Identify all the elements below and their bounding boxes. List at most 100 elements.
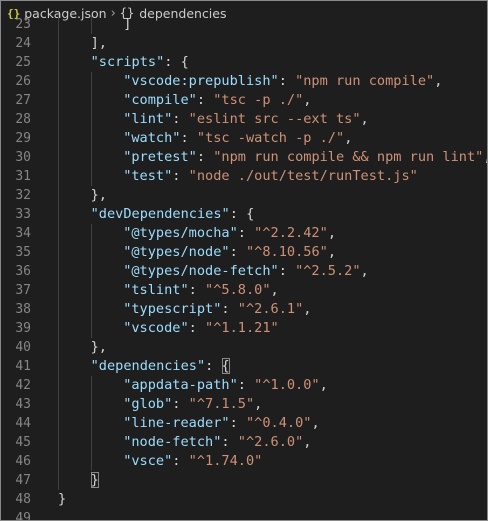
indent-guide — [90, 110, 92, 129]
line-number: 46 — [15, 454, 31, 469]
code-line[interactable]: 26 "vscode:prepublish": "npm run compile"… — [1, 72, 487, 91]
line-number: 24 — [15, 36, 31, 51]
code-token: "node-fetch" — [123, 434, 222, 450]
indent-guide — [58, 224, 59, 243]
indent-guide — [58, 53, 59, 72]
code-line[interactable]: 49 — [1, 509, 487, 521]
code-token: "vscode" — [123, 320, 189, 336]
indent-guide — [58, 319, 59, 338]
indent-guide — [90, 452, 92, 471]
code-line[interactable]: 27 "compile": "tsc -p ./", — [1, 91, 487, 110]
code-token: "watch" — [123, 130, 181, 146]
code-line[interactable]: 29 "watch": "tsc -watch -p ./", — [1, 129, 487, 148]
code-line[interactable]: 38 "typescript": "^2.6.1", — [1, 300, 487, 319]
line-number: 40 — [15, 340, 31, 355]
indent-guide — [90, 167, 92, 186]
code-line[interactable]: 40}, — [1, 338, 487, 357]
code-line[interactable]: 25 "scripts": { — [1, 53, 487, 72]
line-number: 31 — [15, 169, 31, 184]
code-line[interactable]: 33 "devDependencies": { — [1, 205, 487, 224]
indent-guide — [58, 262, 59, 281]
indent-guide — [90, 129, 92, 148]
code-token: "glob" — [123, 396, 173, 412]
code-token: "^1.0.0" — [254, 377, 320, 393]
indent-guide — [58, 72, 59, 91]
code-line[interactable]: 35 "@types/node": "^8.10.56", — [1, 243, 487, 262]
indent-guide — [58, 395, 59, 414]
matched-bracket: } — [90, 472, 99, 488]
code-line[interactable]: 41 "dependencies": { — [1, 357, 487, 376]
code-text: "pretest": "npm run compile && npm run l… — [123, 148, 487, 167]
code-token: "@types/node-fetch" — [123, 263, 279, 279]
code-line[interactable]: 45 "node-fetch": "^2.6.0", — [1, 433, 487, 452]
code-line[interactable]: 44 "line-reader": "^0.4.0", — [1, 414, 487, 433]
line-number: 39 — [15, 321, 31, 336]
code-token: "^2.2.42" — [254, 225, 328, 241]
code-text: }, — [91, 338, 107, 357]
indent-guide — [58, 414, 59, 433]
code-line[interactable]: 37 "tslint": "^5.8.0", — [1, 281, 487, 300]
code-text: "scripts": { — [91, 53, 189, 72]
code-token: "npm run compile" — [295, 73, 435, 89]
code-token: }, — [90, 339, 107, 355]
line-number: 37 — [15, 283, 31, 298]
indent-guide — [90, 148, 92, 167]
line-number: 47 — [15, 473, 31, 488]
code-text: ], — [91, 34, 107, 53]
code-line[interactable]: 30 "pretest": "npm run compile && npm run… — [1, 148, 487, 167]
code-text: "vsce": "^1.74.0" — [123, 452, 262, 471]
code-token: : { — [164, 54, 189, 70]
line-number: 49 — [15, 511, 31, 521]
code-text: "glob": "^7.1.5", — [123, 395, 262, 414]
line-number: 30 — [15, 150, 31, 165]
line-number: 29 — [15, 131, 31, 146]
indent-guide — [90, 224, 92, 243]
line-number: 44 — [15, 416, 31, 431]
indent-guide — [90, 319, 92, 338]
indent-guide — [90, 376, 92, 395]
code-line[interactable]: 43 "glob": "^7.1.5", — [1, 395, 487, 414]
code-line[interactable]: 36 "@types/node-fetch": "^2.5.2", — [1, 262, 487, 281]
indent-guide — [58, 167, 59, 186]
code-token: : — [172, 168, 189, 184]
code-line[interactable]: 24], — [1, 34, 487, 53]
code-token: : { — [229, 206, 255, 222]
code-line[interactable]: 23] — [1, 15, 487, 34]
code-line[interactable]: 34 "@types/mocha": "^2.2.42", — [1, 224, 487, 243]
code-line[interactable]: 39 "vscode": "^1.1.21" — [1, 319, 487, 338]
code-token: "compile" — [123, 92, 197, 108]
code-line[interactable]: 31 "test": "node ./out/test/runTest.js" — [1, 167, 487, 186]
line-number: 25 — [15, 55, 31, 70]
code-token: : — [278, 263, 296, 279]
code-text: "node-fetch": "^2.6.0", — [123, 433, 311, 452]
code-token: "^2.5.2" — [295, 263, 361, 279]
indent-guide — [90, 243, 92, 262]
indent-guide — [90, 72, 92, 91]
code-line[interactable]: 28 "lint": "eslint src --ext ts", — [1, 110, 487, 129]
code-line[interactable]: 42 "appdata-path": "^1.0.0", — [1, 376, 487, 395]
code-line[interactable]: 48} — [1, 490, 487, 509]
indent-guide — [90, 281, 92, 300]
code-line[interactable]: 46 "vsce": "^1.74.0" — [1, 452, 487, 471]
indent-guide — [90, 262, 92, 281]
code-text: }, — [91, 186, 107, 205]
code-line[interactable]: 32}, — [1, 186, 487, 205]
code-token: , — [303, 92, 312, 108]
indent-guide — [58, 300, 59, 319]
code-token: : — [229, 244, 246, 260]
code-text: "watch": "tsc -watch -p ./", — [123, 129, 352, 148]
code-token: "^0.4.0" — [245, 415, 312, 431]
line-number: 48 — [15, 492, 31, 507]
code-token: "test" — [123, 168, 173, 184]
code-token: : — [172, 111, 189, 127]
code-token: "^1.74.0" — [188, 453, 263, 469]
code-token: "@types/node" — [123, 244, 230, 260]
code-editor[interactable]: 23] 24], 25 "scripts": {26 "vscode:prepublis… — [1, 15, 487, 521]
code-token: , — [303, 301, 312, 317]
code-line[interactable]: 47} — [1, 471, 487, 490]
line-number: 35 — [15, 245, 31, 260]
code-token: : — [188, 320, 206, 336]
matched-bracket: { — [221, 358, 230, 374]
code-text: "@types/node": "^8.10.56", — [123, 243, 336, 262]
indent-guide — [58, 15, 59, 34]
